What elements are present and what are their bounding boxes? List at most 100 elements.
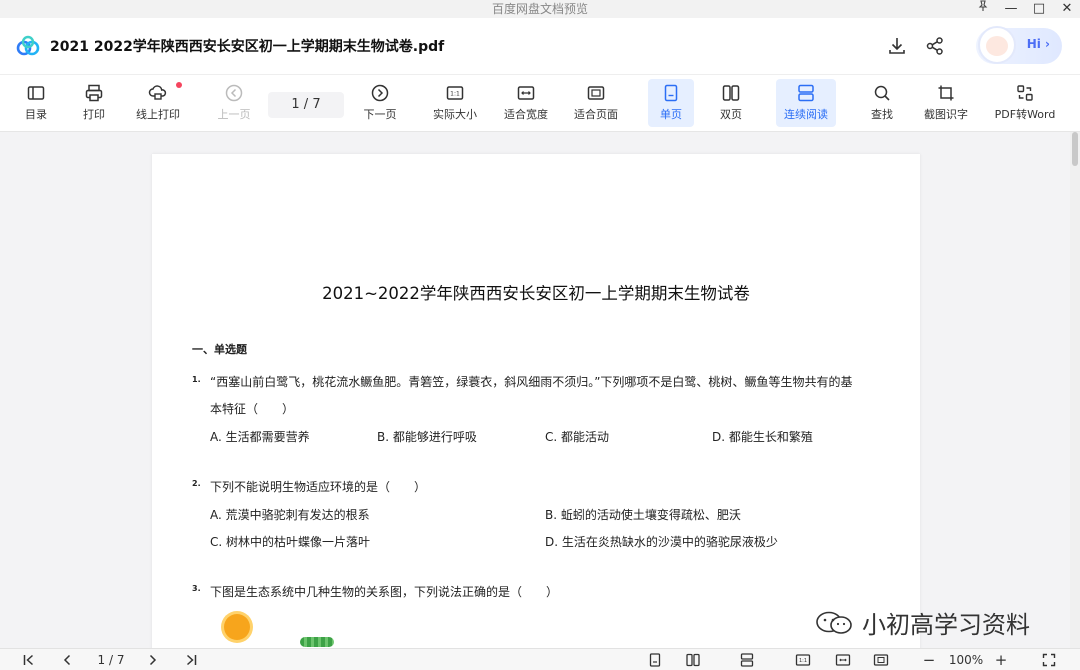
- option-d: D. 生活在炎热缺水的沙漠中的骆驼尿液极少: [545, 535, 778, 549]
- pin-icon[interactable]: [976, 0, 990, 18]
- wechat-icon: [816, 611, 852, 634]
- option-b: B. 蚯蚓的活动使土壤变得疏松、肥沃: [545, 508, 741, 522]
- single-page-icon: [664, 84, 678, 102]
- option-c: C. 都能活动: [545, 430, 610, 444]
- prev-circle-icon: [225, 84, 243, 102]
- baidu-netdisk-logo-icon: [16, 35, 40, 56]
- prev-page-button[interactable]: 上一页: [214, 79, 254, 127]
- find-button[interactable]: 查找: [866, 79, 898, 127]
- fullscreen-button[interactable]: [1040, 651, 1058, 669]
- find-label: 查找: [871, 108, 893, 121]
- pdf-to-word-button[interactable]: PDF转Word: [990, 79, 1060, 127]
- chevron-right-icon: [149, 654, 157, 666]
- svg-text:1:1: 1:1: [450, 91, 460, 98]
- bottom-fit-page-button[interactable]: [872, 651, 890, 669]
- screenshot-ocr-button[interactable]: 截图识字: [920, 79, 972, 127]
- page-number-input[interactable]: 1 / 7: [268, 92, 344, 118]
- fit-page-button[interactable]: 适合页面: [570, 79, 622, 127]
- continuous-reading-icon: [740, 653, 754, 667]
- pdf-convert-icon: [1017, 85, 1033, 101]
- bottom-page-indicator[interactable]: 1 / 7: [88, 651, 134, 669]
- search-icon: [874, 85, 890, 101]
- prev-page-label: 上一页: [217, 108, 251, 121]
- watermark: 小初高学习资料: [814, 605, 1030, 640]
- toc-button[interactable]: 目录: [22, 79, 50, 127]
- print-label: 打印: [83, 108, 105, 121]
- online-print-button[interactable]: 线上打印: [132, 79, 184, 127]
- header-actions: Hi ›: [886, 26, 1062, 64]
- actual-size-icon: 1:1: [795, 654, 811, 666]
- paper-title: 2021~2022学年陕西西安长安区初一上学期期末生物试卷: [322, 284, 750, 303]
- question-text-cont: 本特征（ ）: [210, 402, 295, 416]
- bottom-prev-button[interactable]: [58, 651, 76, 669]
- section-heading: 一、单选题: [192, 343, 247, 356]
- continuous-reading-button[interactable]: 连续阅读: [776, 79, 836, 127]
- fit-width-label: 适合宽度: [504, 108, 548, 121]
- cloud-print-icon: [148, 85, 167, 100]
- actual-size-button[interactable]: 1:1 实际大小: [430, 79, 480, 127]
- assistant-avatar-button[interactable]: Hi ›: [976, 26, 1062, 64]
- zoom-in-button[interactable]: +: [992, 651, 1010, 669]
- last-page-icon: [186, 654, 197, 666]
- option-a: A. 荒漠中骆驼刺有发达的根系: [210, 508, 370, 522]
- next-circle-icon: [371, 84, 389, 102]
- double-page-icon: [686, 653, 700, 667]
- watermark-text: 小初高学习资料: [862, 611, 1030, 639]
- question-number: 2.: [192, 479, 201, 488]
- question-text: “西塞山前白鹭飞，桃花流水鳜鱼肥。青箬笠，绿蓑衣，斜风细雨不须归。”下列哪项不是…: [210, 375, 853, 389]
- continuous-reading-icon: [798, 84, 814, 102]
- option-a: A. 生活都需要营养: [210, 430, 310, 444]
- bottom-next-button[interactable]: [144, 651, 162, 669]
- fit-page-icon: [587, 86, 605, 100]
- zoom-out-button[interactable]: −: [920, 651, 938, 669]
- share-icon[interactable]: [924, 35, 946, 57]
- actual-size-label: 实际大小: [433, 108, 477, 121]
- close-button[interactable]: ✕: [1060, 0, 1074, 18]
- toolbar: 目录 打印 线上打印 上一页 1 / 7 下一页 1:1 实际大小 适合宽度 适…: [0, 74, 1080, 132]
- next-page-button[interactable]: 下一页: [360, 79, 400, 127]
- actual-size-icon: 1:1: [446, 86, 464, 100]
- minimize-button[interactable]: —: [1004, 0, 1018, 18]
- double-page-icon: [722, 85, 740, 101]
- window-title-bar: 百度网盘文档预览: [0, 0, 1080, 18]
- online-print-label: 线上打印: [136, 108, 180, 121]
- svg-text:1:1: 1:1: [799, 658, 807, 664]
- single-page-icon: [649, 653, 661, 667]
- toc-icon: [27, 86, 45, 100]
- caterpillar-illustration: [300, 637, 334, 647]
- option-d: D. 都能生长和繁殖: [712, 430, 813, 444]
- printer-icon: [85, 84, 103, 102]
- fullscreen-icon: [1042, 653, 1056, 667]
- fit-width-button[interactable]: 适合宽度: [500, 79, 552, 127]
- question-number: 1.: [192, 375, 201, 384]
- vertical-scrollbar[interactable]: [1070, 132, 1080, 648]
- bottom-fit-width-button[interactable]: [834, 651, 852, 669]
- document-title: 2021 2022学年陕西西安长安区初一上学期期末生物试卷.pdf: [50, 39, 445, 55]
- fit-page-label: 适合页面: [574, 108, 618, 121]
- bottom-actual-size-button[interactable]: 1:1: [794, 651, 812, 669]
- question-number: 3.: [192, 584, 201, 593]
- screenshot-ocr-label: 截图识字: [924, 108, 968, 121]
- bottom-status-bar: 1 / 7 1:1 − 100% +: [0, 648, 1080, 670]
- zoom-level[interactable]: 100%: [946, 651, 986, 669]
- option-c: C. 树林中的枯叶蝶像一片落叶: [210, 535, 371, 549]
- bottom-single-page-button[interactable]: [646, 651, 664, 669]
- question-text: 下图是生态系统中几种生物的关系图，下列说法正确的是（ ）: [210, 585, 559, 599]
- last-page-button[interactable]: [182, 651, 200, 669]
- hi-label: Hi ›: [1026, 37, 1050, 51]
- avatar: [978, 26, 1016, 64]
- document-viewport[interactable]: 2021~2022学年陕西西安长安区初一上学期期末生物试卷 一、单选题 1. “…: [0, 132, 1080, 648]
- pdf-to-word-label: PDF转Word: [994, 108, 1056, 121]
- first-page-button[interactable]: [20, 651, 38, 669]
- bottom-continuous-button[interactable]: [738, 651, 756, 669]
- scrollbar-thumb[interactable]: [1072, 132, 1078, 166]
- download-icon[interactable]: [886, 35, 908, 57]
- toc-label: 目录: [25, 108, 47, 121]
- double-page-button[interactable]: 双页: [714, 79, 748, 127]
- document-header: 2021 2022学年陕西西安长安区初一上学期期末生物试卷.pdf Hi ›: [0, 18, 1080, 74]
- single-page-button[interactable]: 单页: [648, 79, 694, 127]
- bottom-double-page-button[interactable]: [684, 651, 702, 669]
- option-b: B. 都能够进行呼吸: [377, 430, 477, 444]
- maximize-button[interactable]: □: [1032, 0, 1046, 18]
- print-button[interactable]: 打印: [80, 79, 108, 127]
